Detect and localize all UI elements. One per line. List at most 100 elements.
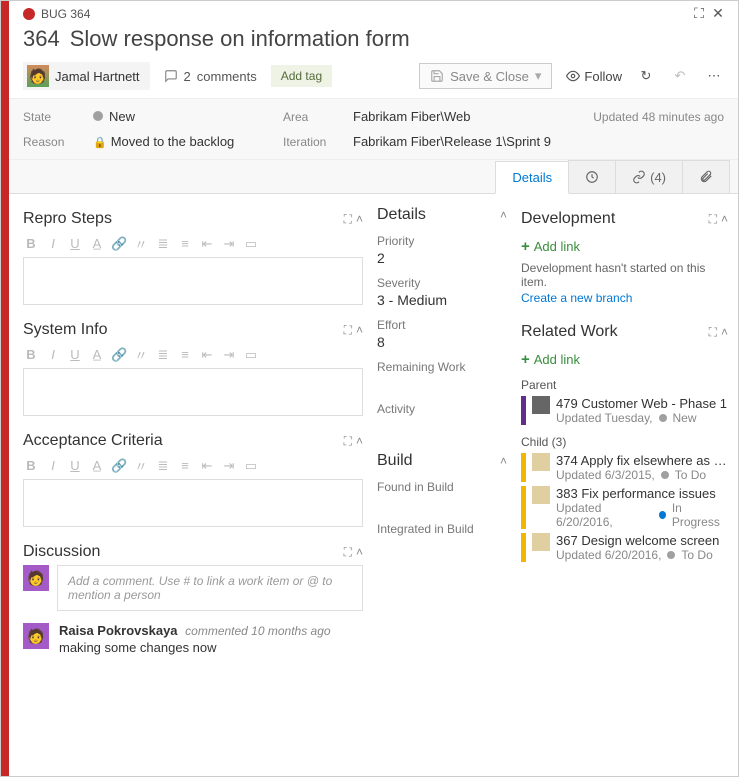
repro-steps-input[interactable] bbox=[23, 257, 363, 305]
add-tag-button[interactable]: Add tag bbox=[271, 65, 332, 87]
related-item[interactable]: 479 Customer Web - Phase 1 Updated Tuesd… bbox=[521, 396, 728, 425]
fullscreen-icon[interactable]: ⛶ bbox=[344, 212, 350, 227]
effort-value[interactable]: 8 bbox=[377, 334, 507, 350]
updated-text: Updated 48 minutes ago bbox=[564, 110, 724, 124]
undo-icon[interactable]: ↶ bbox=[670, 68, 690, 84]
save-close-button[interactable]: Save & Close ▾ bbox=[419, 63, 552, 89]
avatar-icon bbox=[532, 453, 550, 471]
rte-toolbar: B I U A̲ 🔗 〃 ≣ ≡ ⇤ ⇥ ▭ bbox=[23, 343, 363, 368]
remaining-value[interactable] bbox=[377, 376, 507, 392]
reason-value[interactable]: 🔒Moved to the backlog bbox=[93, 134, 283, 149]
chevron-up-icon[interactable]: ˄ bbox=[356, 323, 363, 337]
fullscreen-icon[interactable]: ⛶ bbox=[344, 434, 350, 449]
image-icon[interactable]: ▭ bbox=[243, 236, 259, 252]
number-list-icon[interactable]: ≡ bbox=[177, 347, 193, 362]
related-item[interactable]: 367 Design welcome screen Updated 6/20/2… bbox=[521, 533, 728, 562]
code-icon[interactable]: 〃 bbox=[133, 234, 149, 253]
chevron-up-icon[interactable]: ˄ bbox=[356, 212, 363, 226]
links-count: (4) bbox=[650, 170, 666, 185]
fullscreen-icon[interactable]: ⛶ bbox=[709, 325, 715, 340]
indent-icon[interactable]: ⇥ bbox=[221, 236, 237, 252]
follow-button[interactable]: Follow bbox=[566, 69, 622, 84]
activity-value[interactable] bbox=[377, 418, 507, 434]
rel-id: 374 bbox=[556, 453, 578, 468]
related-item[interactable]: 383 Fix performance issues Updated 6/20/… bbox=[521, 486, 728, 529]
fullscreen-icon[interactable]: ⛶ bbox=[688, 6, 708, 22]
severity-value[interactable]: 3 - Medium bbox=[377, 292, 507, 308]
chevron-up-icon[interactable]: ˄ bbox=[721, 212, 728, 226]
more-icon[interactable]: ⋯ bbox=[704, 68, 724, 84]
bullet-list-icon[interactable]: ≣ bbox=[155, 236, 171, 252]
tab-details[interactable]: Details bbox=[495, 161, 569, 194]
outdent-icon[interactable]: ⇤ bbox=[199, 236, 215, 252]
chevron-up-icon[interactable]: ˄ bbox=[500, 208, 507, 222]
plus-icon: + bbox=[521, 351, 530, 368]
comments-link[interactable]: 2 comments bbox=[164, 69, 257, 84]
code-icon[interactable]: 〃 bbox=[133, 345, 149, 364]
outdent-icon[interactable]: ⇤ bbox=[199, 458, 215, 474]
tab-links[interactable]: (4) bbox=[615, 160, 683, 193]
child-group-label: Child (3) bbox=[521, 435, 728, 449]
repro-steps-heading: Repro Steps bbox=[23, 210, 338, 228]
close-icon[interactable]: ✕ bbox=[708, 5, 728, 22]
related-item[interactable]: 374 Apply fix elsewhere as n… Updated 6/… bbox=[521, 453, 728, 482]
link-icon[interactable]: 🔗 bbox=[111, 347, 127, 363]
bold-icon[interactable]: B bbox=[23, 236, 39, 251]
fullscreen-icon[interactable]: ⛶ bbox=[344, 323, 350, 338]
number-list-icon[interactable]: ≡ bbox=[177, 458, 193, 473]
italic-icon[interactable]: I bbox=[45, 458, 61, 473]
bullet-list-icon[interactable]: ≣ bbox=[155, 458, 171, 474]
link-icon[interactable]: 🔗 bbox=[111, 236, 127, 252]
italic-icon[interactable]: I bbox=[45, 236, 61, 251]
effort-label: Effort bbox=[377, 318, 507, 332]
italic-icon[interactable]: I bbox=[45, 347, 61, 362]
create-branch-link[interactable]: Create a new branch bbox=[521, 291, 728, 305]
rel-title: Customer Web - Phase 1 bbox=[581, 396, 727, 411]
discussion-input[interactable]: Add a comment. Use # to link a work item… bbox=[57, 565, 363, 611]
assignee-picker[interactable]: 🧑 Jamal Hartnett bbox=[23, 62, 150, 90]
font-color-icon[interactable]: A̲ bbox=[89, 347, 105, 362]
underline-icon[interactable]: U bbox=[67, 458, 83, 473]
add-link-button[interactable]: + Add link bbox=[521, 238, 728, 255]
font-color-icon[interactable]: A̲ bbox=[89, 236, 105, 251]
underline-icon[interactable]: U bbox=[67, 236, 83, 251]
chevron-up-icon[interactable]: ˄ bbox=[356, 434, 363, 448]
chevron-up-icon[interactable]: ˄ bbox=[721, 325, 728, 339]
tab-attachments[interactable] bbox=[682, 160, 730, 193]
bold-icon[interactable]: B bbox=[23, 458, 39, 473]
outdent-icon[interactable]: ⇤ bbox=[199, 347, 215, 363]
avatar: 🧑 bbox=[27, 65, 49, 87]
chevron-up-icon[interactable]: ˄ bbox=[500, 454, 507, 468]
iteration-label: Iteration bbox=[283, 135, 353, 149]
number-list-icon[interactable]: ≡ bbox=[177, 236, 193, 251]
add-link-label: Add link bbox=[534, 239, 580, 254]
bug-icon bbox=[23, 8, 35, 20]
work-item-title[interactable]: Slow response on information form bbox=[70, 26, 410, 52]
indent-icon[interactable]: ⇥ bbox=[221, 347, 237, 363]
indent-icon[interactable]: ⇥ bbox=[221, 458, 237, 474]
image-icon[interactable]: ▭ bbox=[243, 347, 259, 363]
bold-icon[interactable]: B bbox=[23, 347, 39, 362]
acceptance-input[interactable] bbox=[23, 479, 363, 527]
font-color-icon[interactable]: A̲ bbox=[89, 458, 105, 473]
fullscreen-icon[interactable]: ⛶ bbox=[709, 212, 715, 227]
add-link-button[interactable]: + Add link bbox=[521, 351, 728, 368]
fullscreen-icon[interactable]: ⛶ bbox=[344, 545, 350, 560]
system-info-input[interactable] bbox=[23, 368, 363, 416]
tab-history[interactable] bbox=[568, 160, 616, 193]
image-icon[interactable]: ▭ bbox=[243, 458, 259, 474]
state-value[interactable]: New bbox=[93, 109, 283, 124]
iteration-value[interactable]: Fabrikam Fiber\Release 1\Sprint 9 bbox=[353, 134, 724, 149]
underline-icon[interactable]: U bbox=[67, 347, 83, 362]
add-link-label: Add link bbox=[534, 352, 580, 367]
comment-meta: commented 10 months ago bbox=[185, 624, 330, 638]
refresh-icon[interactable]: ↻ bbox=[636, 68, 656, 84]
chevron-up-icon[interactable]: ˄ bbox=[356, 545, 363, 559]
priority-value[interactable]: 2 bbox=[377, 250, 507, 266]
comment-icon bbox=[164, 69, 178, 83]
found-build-value[interactable] bbox=[377, 496, 507, 512]
link-icon[interactable]: 🔗 bbox=[111, 458, 127, 474]
bullet-list-icon[interactable]: ≣ bbox=[155, 347, 171, 363]
code-icon[interactable]: 〃 bbox=[133, 456, 149, 475]
area-value[interactable]: Fabrikam Fiber\Web bbox=[353, 109, 564, 124]
